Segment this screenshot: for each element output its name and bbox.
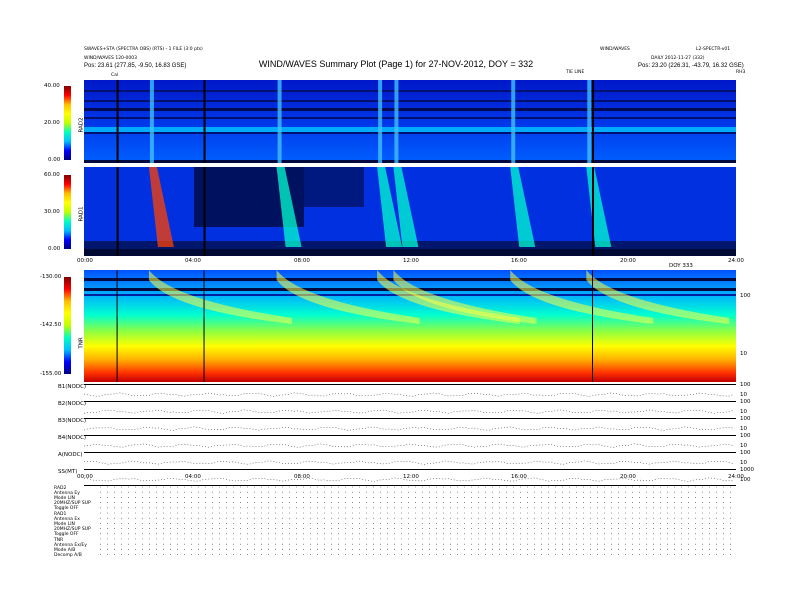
tnr-tick-bottom: -155.00 bbox=[40, 371, 62, 377]
row-value: 100 bbox=[740, 382, 751, 388]
page-title: WIND/WAVES Summary Plot (Page 1) for 27-… bbox=[258, 59, 534, 69]
time-tick: 12:00 bbox=[403, 474, 419, 480]
row-label: B2(NODC) bbox=[58, 401, 87, 407]
data-gap bbox=[592, 80, 595, 163]
rad1-tick-top: 60.00 bbox=[44, 172, 60, 178]
rad2-tick-mid: 20.00 bbox=[44, 120, 60, 126]
row-label: B1(NODC) bbox=[58, 384, 87, 390]
data-gap bbox=[592, 167, 595, 256]
rad2-tick-bottom: 0.00 bbox=[48, 157, 61, 163]
data-gap bbox=[116, 270, 118, 382]
lower-traces bbox=[84, 392, 735, 482]
time-tick: 12:00 bbox=[403, 258, 419, 264]
marker-cal: Cal bbox=[111, 73, 119, 78]
data-gap bbox=[592, 270, 594, 382]
rad1-tick-mid: 30.00 bbox=[44, 209, 60, 215]
row-value: 100 bbox=[740, 399, 751, 405]
header-right-line1: WIND/WAVES bbox=[600, 47, 630, 52]
burst-mark bbox=[378, 80, 383, 163]
tnr-colorbar bbox=[64, 277, 71, 374]
status-line: Toggle OFF bbox=[54, 506, 79, 511]
time-tick: 08:00 bbox=[294, 258, 310, 264]
trace-line bbox=[84, 460, 735, 465]
trace-line bbox=[84, 426, 735, 431]
marker-tie-line: TIE LINE bbox=[566, 70, 585, 75]
time-tick: 08:00 bbox=[294, 474, 310, 480]
time-tick: 20:00 bbox=[620, 258, 636, 264]
burst-mark bbox=[511, 80, 516, 163]
rad2-spectrogram bbox=[84, 80, 736, 163]
row-label: B3(NODC) bbox=[58, 418, 87, 424]
time-tick: 04:00 bbox=[185, 474, 201, 480]
row-label: B4(NODC) bbox=[58, 435, 87, 441]
row-value: 10 bbox=[740, 426, 747, 432]
tnr-tick-top: -130.00 bbox=[40, 274, 62, 280]
tnr-spectrogram bbox=[84, 270, 736, 382]
trace-line bbox=[84, 443, 735, 448]
rad1-spectrogram bbox=[84, 167, 736, 256]
row-value: 100 bbox=[740, 450, 751, 456]
row-value: 100 bbox=[740, 416, 751, 422]
time-tick: 24:00 bbox=[728, 258, 744, 264]
rad2-colorbar bbox=[64, 86, 71, 160]
tnr-right-tick-100: 100 bbox=[740, 293, 751, 299]
row-value: 1000 bbox=[740, 467, 754, 473]
status-line: Decomp A/B bbox=[54, 553, 82, 558]
row-value: 10 bbox=[740, 443, 747, 449]
time-tick: 04:00 bbox=[185, 258, 201, 264]
data-gap bbox=[203, 167, 206, 256]
data-gap bbox=[116, 167, 119, 256]
header-right-id: L2-SPECTR-v01 bbox=[696, 47, 731, 52]
burst-mark bbox=[587, 80, 592, 163]
time-tick: 24:00 bbox=[728, 474, 744, 480]
burst-mark bbox=[277, 80, 282, 163]
row-value: 10 bbox=[740, 409, 747, 415]
status-line: Toggle OFF bbox=[54, 532, 79, 537]
rad1-colorbar bbox=[64, 175, 71, 249]
row-value: 10 bbox=[740, 460, 747, 466]
tnr-corner-label: DOY 333 bbox=[669, 263, 693, 269]
status-dots bbox=[100, 486, 735, 555]
rad1-tick-bottom: 0.00 bbox=[48, 246, 61, 252]
data-gap bbox=[203, 270, 205, 382]
burst-mark bbox=[394, 80, 399, 163]
marker-rh: RH3 bbox=[736, 70, 746, 75]
row-label: A(NODC) bbox=[58, 452, 83, 458]
data-gap bbox=[116, 80, 119, 163]
header-left-line1: SWAVES+STA (SPECTRA OBS) (RTS) - 1 FILE … bbox=[84, 47, 203, 52]
time-tick: 00:00 bbox=[77, 258, 93, 264]
row-label: SS(MT) bbox=[58, 469, 78, 475]
rad2-tick-top: 40.00 bbox=[44, 83, 60, 89]
time-tick: 16:00 bbox=[511, 258, 527, 264]
trace-line bbox=[84, 392, 735, 397]
time-tick: 16:00 bbox=[511, 474, 527, 480]
burst-mark bbox=[149, 80, 154, 163]
time-tick: 00:00 bbox=[77, 474, 93, 480]
row-value: 10 bbox=[740, 392, 747, 398]
time-tick: 20:00 bbox=[620, 474, 636, 480]
data-gap bbox=[203, 80, 206, 163]
row-value: 100 bbox=[740, 433, 751, 439]
tnr-right-tick-10: 10 bbox=[740, 351, 747, 357]
trace-line bbox=[84, 409, 735, 414]
tnr-tick-mid: -142.50 bbox=[40, 322, 62, 328]
